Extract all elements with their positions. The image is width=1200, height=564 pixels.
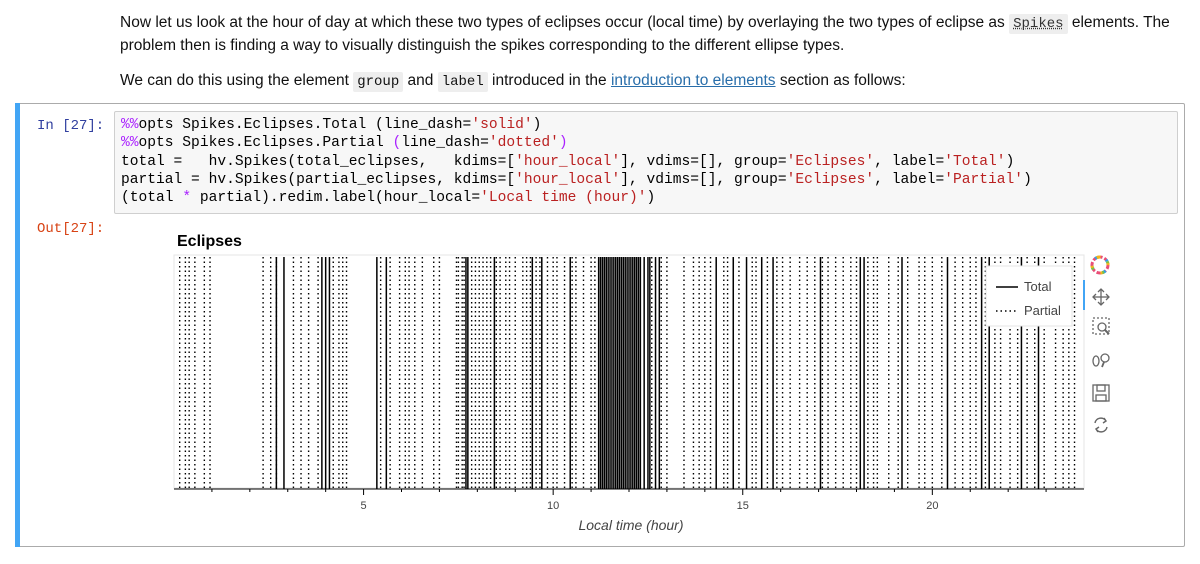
x-tick-label: 20 [926,500,938,512]
reset-icon[interactable] [1094,417,1108,433]
legend-total-label: Total [1024,279,1052,294]
x-tick-label: 10 [547,500,559,512]
box-zoom-icon[interactable] [1092,317,1110,335]
chart-title: Eclipses [177,233,242,250]
x-tick-label: 5 [361,500,367,512]
pan-icon[interactable] [1092,288,1110,306]
wheel-zoom-icon[interactable] [1092,353,1110,368]
x-tick-label: 15 [737,500,749,512]
chart-toolbar [1083,254,1111,433]
save-icon[interactable] [1092,384,1110,402]
legend-partial-label: Partial [1024,303,1061,318]
x-axis-label: Local time (hour) [578,517,683,533]
chart-legend: Total Partial [985,265,1073,327]
eclipses-chart: Eclipses 5 10 15 20 Local time (hour) Total… [173,233,1111,533]
bokeh-logo-icon[interactable] [1089,254,1111,276]
x-axis-ticks: 5 10 15 20 [211,489,1047,512]
active-tool-indicator [1083,280,1085,310]
